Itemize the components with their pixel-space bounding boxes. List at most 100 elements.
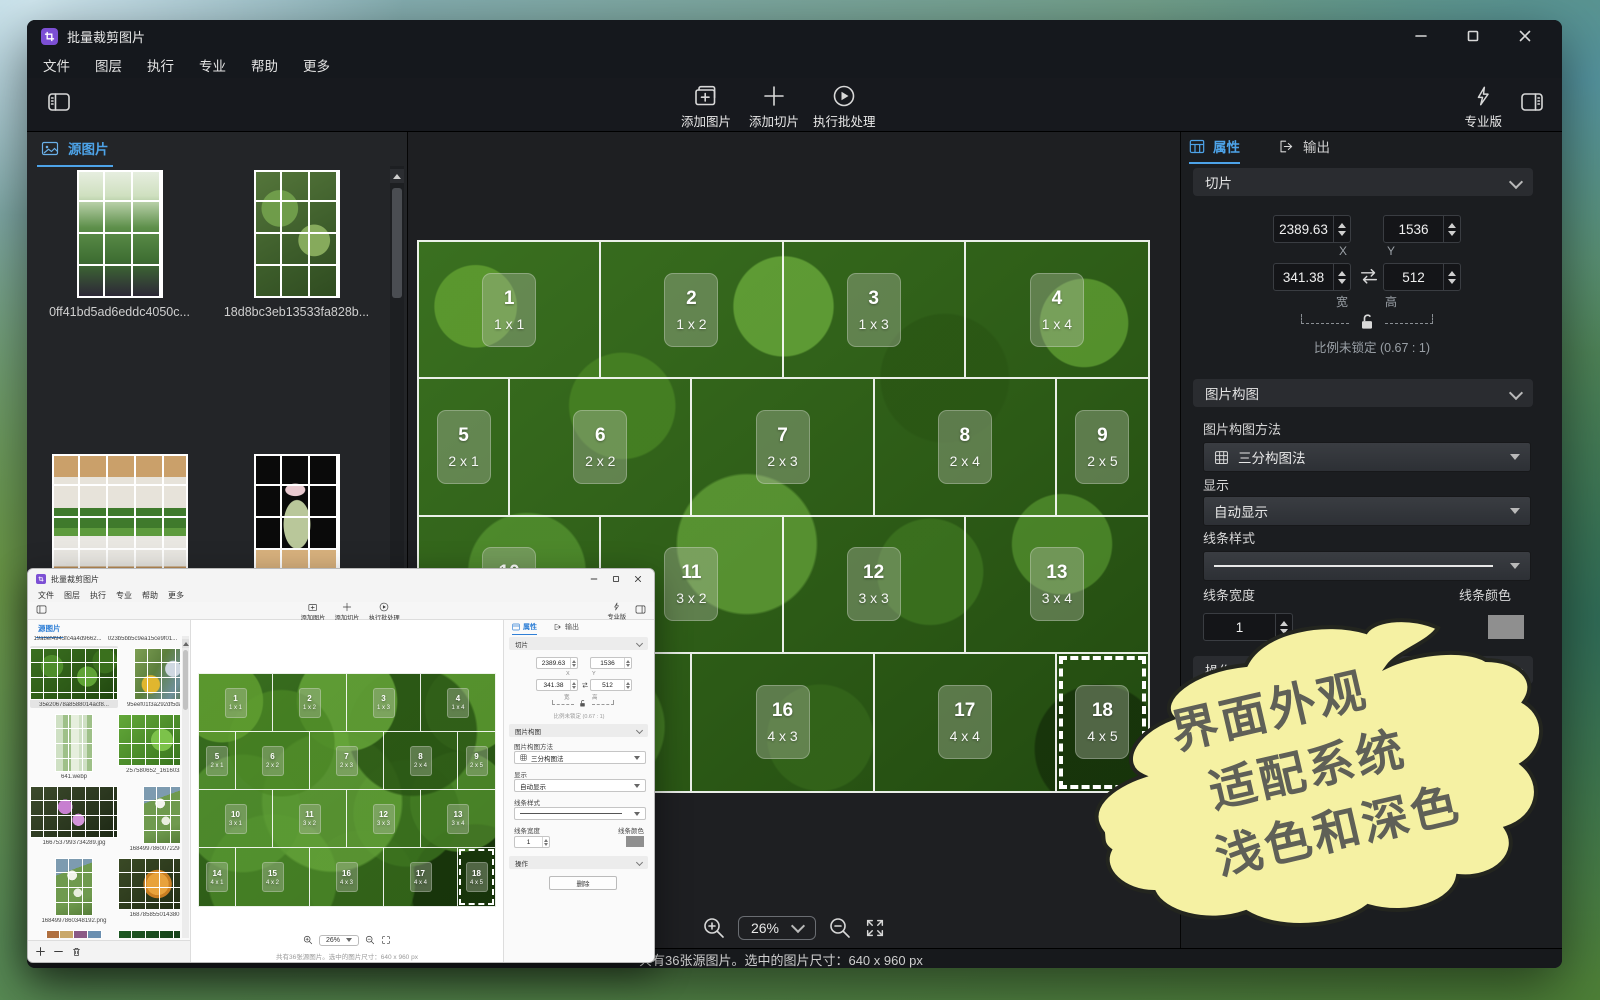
menu-item-more[interactable]: 更多 (168, 590, 184, 601)
delete-source-button[interactable] (72, 947, 81, 957)
spinner-arrows[interactable] (1443, 264, 1460, 290)
composition-method-select[interactable]: 三分构图法 (514, 751, 646, 764)
menu-item-layer[interactable]: 图层 (64, 590, 80, 601)
menu-item-file[interactable]: 文件 (43, 55, 70, 75)
slice-tile-16[interactable]: 164 x 3 (310, 848, 384, 906)
add-slice-button[interactable]: 添加切片 (334, 602, 360, 622)
zoom-in-button[interactable] (303, 935, 313, 945)
close-button[interactable] (634, 575, 642, 583)
slice-tile-18[interactable]: 184 x 5 (1057, 654, 1148, 791)
line-color-swatch[interactable] (1488, 615, 1524, 639)
line-width-input[interactable]: 1 (1203, 613, 1293, 641)
slice-tile-13[interactable]: 133 x 4 (421, 790, 495, 848)
thumbnail-item[interactable]: 257580652_1616032276... (118, 712, 180, 780)
slice-tile-3[interactable]: 31 x 3 (347, 674, 421, 732)
tab-output[interactable]: 输出 (1279, 136, 1330, 156)
line-style-select[interactable] (1203, 551, 1531, 581)
zoom-level-select[interactable]: 26% (319, 935, 359, 946)
thumbnail-item[interactable]: 1667537993734289.jpg (30, 784, 118, 852)
fit-view-button[interactable] (864, 917, 886, 939)
add-image-button[interactable]: 添加图片 (300, 602, 326, 622)
run-batch-button[interactable]: 执行批处理 (368, 602, 401, 622)
pro-version-badge[interactable]: 专业版 (607, 602, 627, 621)
mini-scrollbar[interactable] (182, 636, 189, 938)
spinner-arrows[interactable] (1333, 264, 1350, 290)
delete-button[interactable]: 删除 (549, 876, 617, 890)
slice-tile-9[interactable]: 92 x 5 (1057, 379, 1148, 516)
zoom-level-select[interactable]: 26% (738, 916, 816, 940)
thumbnail-item[interactable]: 0ff41bd5ad6eddc4050c... (31, 166, 208, 442)
scroll-up-button[interactable] (390, 169, 404, 183)
slice-tile-6[interactable]: 62 x 2 (236, 732, 310, 790)
menu-item-more[interactable]: 更多 (303, 55, 330, 75)
close-button[interactable] (1510, 25, 1540, 47)
slice-tile-8[interactable]: 82 x 4 (384, 732, 458, 790)
zoom-out-button[interactable] (365, 935, 375, 945)
line-style-select[interactable] (514, 807, 646, 820)
minimize-button[interactable] (1406, 25, 1436, 47)
menu-item-layer[interactable]: 图层 (95, 55, 122, 75)
tab-source-images[interactable]: 源图片 (37, 136, 113, 167)
slice-tile-10[interactable]: 103 x 1 (199, 790, 273, 848)
slice-tile-1[interactable]: 11 x 1 (199, 674, 273, 732)
section-composition-header[interactable]: 图片构图 (1193, 379, 1533, 407)
slice-tile-14[interactable]: 144 x 1 (199, 848, 236, 906)
swap-dimensions-button[interactable] (581, 681, 589, 689)
x-input[interactable]: 2389.63 (1273, 215, 1351, 243)
display-select[interactable]: 自动显示 (1203, 496, 1531, 526)
menu-item-run[interactable]: 执行 (90, 590, 106, 601)
menu-item-file[interactable]: 文件 (38, 590, 54, 601)
slice-tile-12[interactable]: 123 x 3 (784, 517, 966, 654)
slice-tile-17[interactable]: 174 x 4 (875, 654, 1057, 791)
section-actions-header[interactable]: 操作 (509, 856, 648, 869)
spinner-arrows[interactable] (1443, 216, 1460, 242)
slice-tile-11[interactable]: 113 x 2 (273, 790, 347, 848)
minimize-button[interactable] (590, 575, 598, 583)
menu-item-pro[interactable]: 专业 (116, 590, 132, 601)
maximize-button[interactable] (612, 575, 620, 583)
add-image-button[interactable]: 添加图片 (681, 84, 731, 130)
thumbnail-item[interactable]: 95eef01f3a292df5dab69... (118, 646, 180, 708)
tab-properties[interactable]: 属性 (512, 622, 537, 635)
thumbnail-item[interactable]: 1684997860348192.png (30, 856, 118, 924)
ratio-unlock-icon[interactable] (1357, 312, 1377, 332)
menu-item-pro[interactable]: 专业 (199, 55, 226, 75)
scrollbar-thumb[interactable] (183, 650, 188, 710)
width-input[interactable]: 341.38 (1273, 263, 1351, 291)
slice-tile-3[interactable]: 31 x 3 (784, 242, 966, 379)
y-input[interactable]: 1536 (1383, 215, 1461, 243)
slice-tile-7[interactable]: 72 x 3 (692, 379, 874, 516)
thumbnail-item[interactable]: 1684997860072296.png (118, 784, 180, 852)
slice-tile-4[interactable]: 41 x 4 (421, 674, 495, 732)
tab-output[interactable]: 输出 (554, 622, 579, 632)
line-width-input[interactable]: 1 (514, 836, 550, 848)
section-actions-header[interactable]: 操作 (1193, 656, 1533, 684)
thumbnail-item[interactable] (118, 928, 180, 938)
panel-toggle-button[interactable] (635, 605, 646, 614)
zoom-in-button[interactable] (702, 916, 726, 940)
slice-tile-17[interactable]: 174 x 4 (384, 848, 458, 906)
spinner-arrows[interactable] (1275, 614, 1292, 640)
thumbnail-item[interactable] (30, 928, 118, 938)
fit-view-button[interactable] (381, 935, 391, 945)
slice-tile-8[interactable]: 82 x 4 (875, 379, 1057, 516)
menu-item-run[interactable]: 执行 (147, 55, 174, 75)
thumbnail-item[interactable]: 641.webp (30, 712, 118, 780)
slice-tile-1[interactable]: 11 x 1 (419, 242, 601, 379)
y-input[interactable]: 1536 (590, 657, 632, 669)
slice-tile-12[interactable]: 123 x 3 (347, 790, 421, 848)
width-input[interactable]: 341.38 (536, 679, 578, 691)
swap-dimensions-button[interactable] (1358, 266, 1380, 286)
maximize-button[interactable] (1458, 25, 1488, 47)
add-source-button[interactable] (36, 947, 45, 956)
panel-toggle-button[interactable] (1520, 92, 1544, 112)
slice-tile-16[interactable]: 164 x 3 (692, 654, 874, 791)
add-slice-button[interactable]: 添加切片 (749, 84, 799, 130)
run-batch-button[interactable]: 执行批处理 (813, 84, 876, 130)
section-slice-header[interactable]: 切片 (509, 637, 648, 650)
x-input[interactable]: 2389.63 (536, 657, 578, 669)
height-input[interactable]: 512 (1383, 263, 1461, 291)
thumbnail-item[interactable]: 18d8bc3eb13533fa828b... (208, 166, 385, 442)
slice-tile-7[interactable]: 72 x 3 (310, 732, 384, 790)
display-select[interactable]: 自动显示 (514, 779, 646, 792)
